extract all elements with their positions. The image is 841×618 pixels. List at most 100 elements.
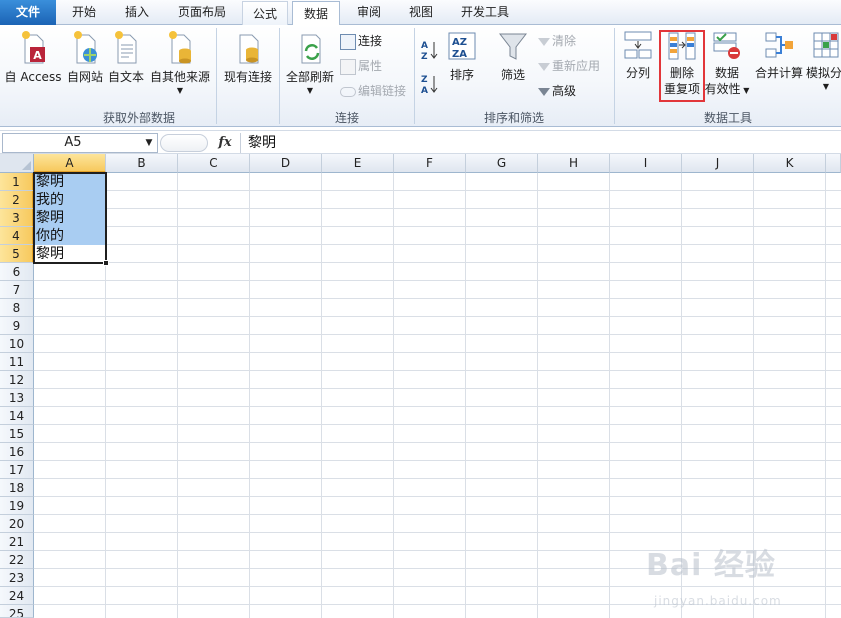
connections-button[interactable]: 连接 <box>340 31 382 51</box>
fill-handle[interactable] <box>103 260 109 266</box>
data-validation-button[interactable]: 数据 有效性 ▼ <box>704 29 750 99</box>
tab-file[interactable]: 文件 <box>0 0 56 25</box>
tab-developer[interactable]: 开发工具 <box>448 0 522 25</box>
tab-insert[interactable]: 插入 <box>112 0 162 25</box>
row-header-4[interactable]: 4 <box>0 227 34 245</box>
chevron-down-icon: ▼ <box>822 82 830 91</box>
row-header-15[interactable]: 15 <box>0 425 34 443</box>
column-header-l[interactable] <box>826 154 841 173</box>
row-header-10[interactable]: 10 <box>0 335 34 353</box>
row-header-19[interactable]: 19 <box>0 497 34 515</box>
formula-bar-resize-handle[interactable] <box>160 134 208 152</box>
what-if-analysis-button[interactable]: 模拟分 ▼ <box>806 29 841 93</box>
column-header-g[interactable]: G <box>466 154 538 173</box>
row-header-8[interactable]: 8 <box>0 299 34 317</box>
edit-links-button[interactable]: 编辑链接 <box>340 81 406 101</box>
row-header-14[interactable]: 14 <box>0 407 34 425</box>
advanced-filter-label: 高级 <box>552 84 577 98</box>
row-header-23[interactable]: 23 <box>0 569 34 587</box>
row-header-25[interactable]: 25 <box>0 605 34 618</box>
tab-review[interactable]: 审阅 <box>344 0 394 25</box>
sort-button[interactable]: AZ ZA 排序 <box>444 31 480 83</box>
row-header-24[interactable]: 24 <box>0 587 34 605</box>
row-header-5[interactable]: 5 <box>0 245 34 263</box>
column-header-b[interactable]: B <box>106 154 178 173</box>
column-header-a[interactable]: A <box>34 154 106 173</box>
cell-a5-active[interactable]: 黎明 <box>34 245 105 263</box>
tab-home[interactable]: 开始 <box>58 0 110 25</box>
ribbon: A 自 Access 自网站 自文本 自其他来源 ▼ 现有连接 获取外部数据 全… <box>0 25 841 127</box>
chevron-down-icon[interactable]: ▼ <box>143 134 155 152</box>
insert-function-icon[interactable]: fx <box>215 133 235 153</box>
formula-input[interactable]: 黎明 <box>248 133 838 153</box>
reapply-icon <box>538 62 550 71</box>
column-header-j[interactable]: J <box>682 154 754 173</box>
text-to-columns-label: 分列 <box>625 66 650 80</box>
select-all-button[interactable] <box>0 154 34 173</box>
group-label-data-tools: 数据工具 <box>703 111 752 125</box>
from-other-sources-button[interactable]: 自其他来源 ▼ <box>148 29 212 97</box>
row-header-9[interactable]: 9 <box>0 317 34 335</box>
column-header-k[interactable]: K <box>754 154 826 173</box>
refresh-all-button[interactable]: 全部刷新 ▼ <box>283 29 337 97</box>
row-header-22[interactable]: 22 <box>0 551 34 569</box>
row-header-17[interactable]: 17 <box>0 461 34 479</box>
row-header-12[interactable]: 12 <box>0 371 34 389</box>
from-text-button[interactable]: 自文本 <box>106 29 146 85</box>
row-header-13[interactable]: 13 <box>0 389 34 407</box>
cell-a4[interactable]: 你的 <box>34 227 105 245</box>
row-header-16[interactable]: 16 <box>0 443 34 461</box>
tab-page-layout[interactable]: 页面布局 <box>166 0 238 25</box>
sort-descending-button[interactable]: Z A <box>420 73 442 96</box>
sort-ascending-button[interactable]: A Z <box>420 39 442 62</box>
clear-filter-icon <box>538 37 550 46</box>
clear-filter-button[interactable]: 清除 <box>538 31 576 51</box>
tab-view[interactable]: 视图 <box>398 0 444 25</box>
existing-connections-button[interactable]: 现有连接 <box>220 29 276 85</box>
tab-formulas[interactable]: 公式 <box>242 1 288 25</box>
row-header-3[interactable]: 3 <box>0 209 34 227</box>
filter-label: 筛选 <box>500 68 525 82</box>
cell-a2[interactable]: 我的 <box>34 191 105 209</box>
cell-area[interactable]: 黎明 我的 黎明 你的 黎明 <box>34 173 841 618</box>
column-header-i[interactable]: I <box>610 154 682 173</box>
column-header-f[interactable]: F <box>394 154 466 173</box>
connections-icon <box>340 33 356 50</box>
from-web-label: 自网站 <box>66 70 103 84</box>
from-access-button[interactable]: A 自 Access <box>2 29 64 85</box>
cell-a1[interactable]: 黎明 <box>34 173 105 191</box>
row-header-18[interactable]: 18 <box>0 479 34 497</box>
worksheet-grid: A B C D E F G H I J K 1 2 3 4 5 6 7 8 9 … <box>0 154 841 618</box>
cell-a3[interactable]: 黎明 <box>34 209 105 227</box>
column-header-e[interactable]: E <box>322 154 394 173</box>
row-header-6[interactable]: 6 <box>0 263 34 281</box>
text-to-columns-button[interactable]: 分列 <box>618 29 658 81</box>
chevron-down-icon: ▼ <box>740 86 750 95</box>
tab-data[interactable]: 数据 <box>292 1 340 26</box>
row-header-1[interactable]: 1 <box>0 173 34 191</box>
properties-button[interactable]: 属性 <box>340 56 382 76</box>
column-header-h[interactable]: H <box>538 154 610 173</box>
column-header-c[interactable]: C <box>178 154 250 173</box>
group-label-external-data: 获取外部数据 <box>102 111 175 125</box>
row-header-2[interactable]: 2 <box>0 191 34 209</box>
data-validation-label-line2: 有效性 ▼ <box>704 82 750 96</box>
filter-funnel-icon <box>498 33 528 60</box>
row-header-11[interactable]: 11 <box>0 353 34 371</box>
reapply-button[interactable]: 重新应用 <box>538 56 600 76</box>
row-header-7[interactable]: 7 <box>0 281 34 299</box>
advanced-filter-button[interactable]: 高级 <box>538 81 576 101</box>
column-header-d[interactable]: D <box>250 154 322 173</box>
row-header-21[interactable]: 21 <box>0 533 34 551</box>
link-icon <box>340 86 356 97</box>
from-web-button[interactable]: 自网站 <box>62 29 108 85</box>
chevron-down-icon: ▼ <box>306 86 314 95</box>
sort-dialog-icon: AZ ZA <box>448 32 476 60</box>
what-if-analysis-label: 模拟分 <box>806 66 841 80</box>
svg-text:Z: Z <box>421 52 428 61</box>
name-box[interactable]: A5 ▼ <box>2 133 158 153</box>
consolidate-button[interactable]: 合并计算 <box>752 29 806 81</box>
filter-button[interactable]: 筛选 <box>494 31 532 83</box>
ribbon-tab-bar: 文件 开始 插入 页面布局 公式 数据 审阅 视图 开发工具 <box>0 0 841 26</box>
row-header-20[interactable]: 20 <box>0 515 34 533</box>
